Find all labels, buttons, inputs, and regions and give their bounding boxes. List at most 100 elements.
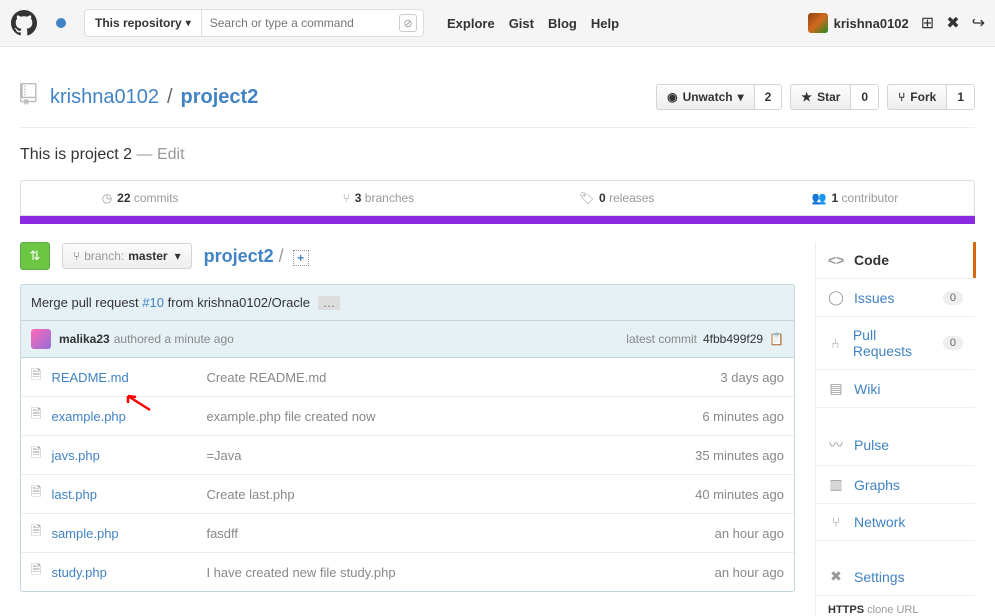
top-header: This repository ⊘ Explore Gist Blog Help… [0,0,995,47]
file-time: 6 minutes ago [702,409,784,424]
file-icon: 🗎 [31,444,41,466]
file-commit-msg[interactable]: =Java [206,448,695,463]
file-icon: 🗎 [31,366,41,388]
clipboard-icon[interactable]: 📋 [769,332,784,346]
user-menu[interactable]: krishna0102 [808,13,909,33]
wiki-icon: ▤ [828,380,844,397]
file-name-link[interactable]: README.md [51,370,206,385]
language-bar[interactable] [20,216,975,224]
compare-icon: ⇅ [30,248,41,264]
search-box: This repository ⊘ [84,9,424,37]
search-scope-select[interactable]: This repository [85,10,202,36]
new-file-button[interactable]: + [293,250,309,266]
file-commit-msg[interactable]: Create README.md [206,370,720,385]
contributors-stat[interactable]: 👥1 contributor [736,181,974,215]
commit-author-row: malika23 authored a minute ago latest co… [21,321,794,358]
nav-gist[interactable]: Gist [509,16,534,31]
issues-counter: 0 [943,291,963,305]
pr-link[interactable]: #10 [142,295,164,310]
nav-blog[interactable]: Blog [548,16,577,31]
tag-icon: 🏷 [579,191,594,205]
repo-name-link[interactable]: project2 [181,86,259,109]
branch-value: master [128,249,167,263]
file-commit-msg[interactable]: example.php file created now [206,409,702,424]
pulls-counter: 0 [943,336,963,350]
create-new-icon[interactable]: ⊞ [921,13,934,33]
file-name-link[interactable]: study.php [51,565,206,580]
file-row: 🗎example.phpexample.php file created now… [21,397,794,436]
file-row: 🗎 last.phpCreate last.php40 minutes ago [21,475,794,514]
repo-description-row: This is project 2 — Edit [20,128,975,172]
compare-button[interactable]: ⇅ [20,242,50,270]
sidebar-item-pulse[interactable]: 〰Pulse [816,425,975,466]
commit-message: Merge pull request #10 from krishna0102/… [31,295,310,310]
sidebar-item-settings[interactable]: ✖Settings [816,558,975,596]
file-row: 🗎 README.mdCreate README.md3 days ago [21,358,794,397]
github-logo[interactable] [10,9,38,37]
fork-button-group: ⑂Fork 1 [887,84,975,110]
sidebar-item-code[interactable]: <>Code [816,242,975,279]
fork-button[interactable]: ⑂Fork [888,85,947,109]
star-button[interactable]: ★Star [791,85,851,109]
commits-stat[interactable]: ◷22 commits [21,181,259,215]
fork-count[interactable]: 1 [947,85,974,109]
sidebar-item-network[interactable]: ⑂Network [816,504,975,541]
sidebar-item-pulls[interactable]: ⑃Pull Requests0 [816,317,975,370]
sign-out-icon[interactable]: ↪ [972,13,985,33]
notification-indicator[interactable] [56,18,66,28]
unwatch-button[interactable]: ◉Unwatch▾ [657,85,755,109]
expand-commit-icon[interactable]: … [318,296,340,310]
file-time: 40 minutes ago [695,487,784,502]
file-time: 3 days ago [720,370,784,385]
author-name[interactable]: malika23 [59,332,110,346]
file-icon: 🗎 [31,483,41,505]
file-row: 🗎sample.phpfasdffan hour ago [21,514,794,553]
branch-select[interactable]: ⑂ branch: master [62,243,192,269]
authored-time: authored a minute ago [114,332,234,346]
sidebar-item-graphs[interactable]: ▥Graphs [816,466,975,504]
breadcrumb-root[interactable]: project2 [204,246,274,266]
fork-icon: ⑂ [898,90,905,104]
file-commit-msg[interactable]: I have created new file study.php [206,565,714,580]
edit-description-link[interactable]: — Edit [132,146,184,163]
people-icon: 👥 [812,191,827,205]
commit-hash[interactable]: 4fbb499f29 [703,332,763,346]
file-icon: 🗎 [31,561,41,583]
repo-description: This is project 2 [20,146,132,163]
star-count[interactable]: 0 [851,85,878,109]
star-icon: ★ [801,90,812,104]
nav-help[interactable]: Help [591,16,619,31]
header-nav: Explore Gist Blog Help [447,16,619,31]
watch-count[interactable]: 2 [755,85,782,109]
file-name-link[interactable]: last.php [51,487,206,502]
nav-explore[interactable]: Explore [447,16,495,31]
star-button-group: ★Star 0 [790,84,879,110]
branch-select-icon: ⑂ [73,249,80,263]
sidebar-item-wiki[interactable]: ▤Wiki [816,370,975,408]
repo-sep: / [167,86,173,109]
branches-stat[interactable]: ⑂3 branches [259,181,497,215]
code-icon: <> [828,252,844,268]
file-time: an hour ago [715,526,784,541]
file-commit-msg[interactable]: fasdff [206,526,714,541]
repo-stats-bar: ◷22 commits ⑂3 branches 🏷0 releases 👥1 c… [20,180,975,216]
settings-gear-icon[interactable]: ✖ [946,13,959,33]
repo-sidebar: <>Code ◯Issues0 ⑃Pull Requests0 ▤Wiki 〰P… [815,242,975,616]
settings-icon: ✖ [828,568,844,585]
file-commit-msg[interactable]: Create last.php [206,487,695,502]
network-icon: ⑂ [828,514,844,530]
clone-url-label: HTTPS clone URL [816,596,975,616]
pulse-icon: 〰 [828,435,844,455]
sidebar-item-issues[interactable]: ◯Issues0 [816,279,975,317]
branch-label: branch: [84,249,124,263]
file-name-link[interactable]: javs.php [51,448,206,463]
repo-owner-link[interactable]: krishna0102 [50,86,159,109]
search-slash-icon: ⊘ [399,14,417,32]
search-input[interactable] [202,16,399,30]
file-name-link[interactable]: sample.php [51,526,206,541]
releases-stat[interactable]: 🏷0 releases [498,181,736,215]
file-time: an hour ago [715,565,784,580]
repo-icon [20,83,42,111]
author-avatar-icon [31,329,51,349]
file-name-link[interactable]: example.php [51,409,206,424]
